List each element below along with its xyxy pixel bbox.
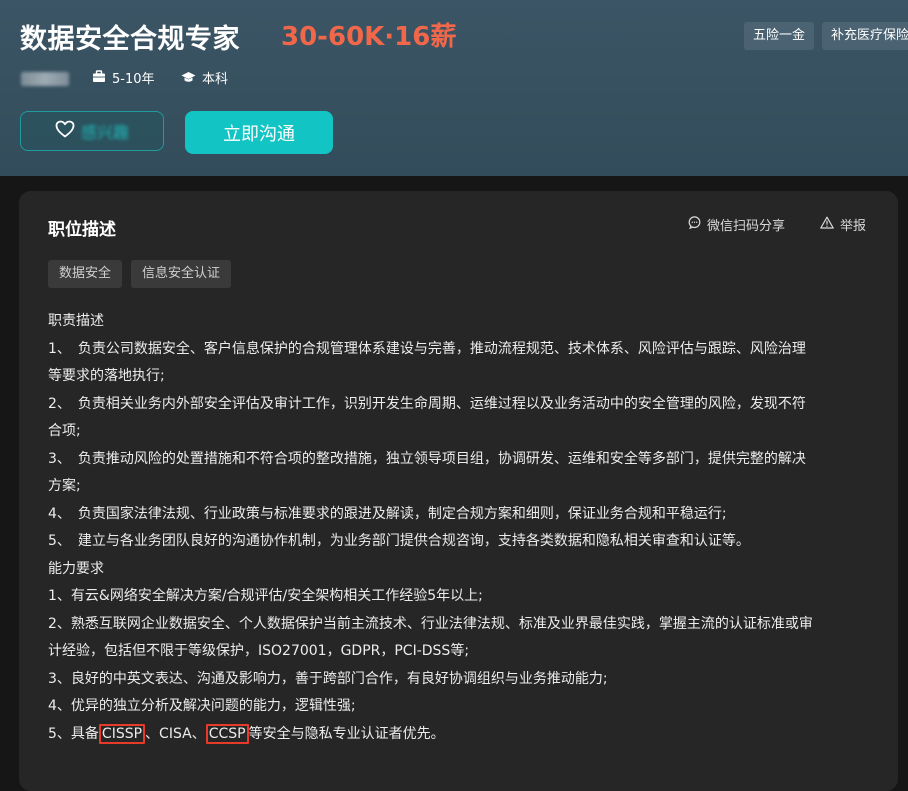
skill-tag: 数据安全: [48, 260, 123, 288]
description-line: 2、熟悉互联网企业数据安全、个人数据保护当前主流技术、行业法律法规、标准及业界最…: [48, 615, 813, 632]
description-line: 职责描述: [48, 313, 104, 329]
chat-bubble-icon: [688, 216, 701, 233]
benefit-tag: 补充医疗保险: [822, 22, 908, 50]
interested-button[interactable]: 感兴趣: [20, 111, 164, 151]
education: 本科: [181, 70, 228, 90]
briefcase-icon: [92, 70, 106, 90]
job-description-card: 职位描述 微信扫码分享 举报 数据安全 信息安全认证 职责描述 1、 负责公司数…: [19, 191, 898, 791]
interested-label: 感兴趣: [80, 123, 129, 142]
description-line: 合项;: [48, 423, 81, 439]
education-label: 本科: [202, 72, 229, 87]
description-line: 计经验，包括但不限于等级保护，ISO27001，GDPR，PCI-DSS等;: [48, 643, 470, 659]
job-description-text: 职责描述 1、 负责公司数据安全、客户信息保护的合规管理体系建设与完善，推动流程…: [48, 308, 873, 748]
line-separator: 、CISA、: [145, 725, 206, 742]
report-label: 举报: [840, 219, 867, 234]
experience-label: 5-10年: [112, 72, 155, 87]
cert-highlight-ccsp: CCSP: [205, 723, 249, 744]
description-line-last: 5、具备 CISSP 、CISA、 CCSP 等安全与隐私专业认证者优先。: [48, 721, 873, 749]
description-line: 4、优异的独立分析及解决问题的能力，逻辑性强;: [48, 698, 356, 714]
skill-tag: 信息安全认证: [131, 260, 232, 288]
description-line: 等要求的落地执行;: [48, 368, 165, 384]
share-label: 微信扫码分享: [707, 219, 786, 234]
description-line: 4、 负责国家法律法规、行业政策与标准要求的跟进及解读，制定合规方案和细则，保证…: [48, 505, 727, 522]
cert-highlight-cissp: CISSP: [98, 723, 146, 744]
line-suffix: 等安全与隐私专业认证者优先。: [248, 725, 445, 742]
skill-tags: 数据安全 信息安全认证: [48, 260, 232, 288]
job-header: 数据安全合规专家 30-60K·16薪 五险一金 补充医疗保险 5-10年 本科…: [0, 0, 908, 176]
section-title: 职位描述: [48, 220, 116, 240]
description-line: 1、 负责公司数据安全、客户信息保护的合规管理体系建设与完善，推动流程规范、技术…: [48, 340, 806, 357]
report-link[interactable]: 举报: [820, 215, 866, 234]
wechat-share-link[interactable]: 微信扫码分享: [688, 215, 785, 234]
chat-now-button[interactable]: 立即沟通: [185, 111, 333, 154]
description-line: 1、有云&网络安全解决方案/合规评估/安全架构相关工作经验5年以上;: [48, 588, 483, 604]
heart-icon: [55, 120, 75, 142]
description-line: 方案;: [48, 478, 81, 494]
description-line: 3、良好的中英文表达、沟通及影响力，善于跨部门合作，有良好协调组织与业务推动能力…: [48, 670, 608, 687]
benefit-tag: 五险一金: [744, 22, 815, 50]
description-line: 3、 负责推动风险的处置措施和不符合项的整改措施，独立领导项目组，协调研发、运维…: [48, 450, 806, 467]
warning-icon: [820, 216, 834, 233]
salary: 30-60K·16薪: [281, 22, 457, 52]
experience: 5-10年: [92, 70, 155, 90]
line-prefix: 5、具备: [48, 725, 99, 742]
graduation-cap-icon: [181, 70, 196, 90]
job-title: 数据安全合规专家: [20, 24, 240, 55]
description-line: 2、 负责相关业务内外部安全评估及审计工作，识别开发生命周期、运维过程以及业务活…: [48, 395, 806, 412]
description-line: 能力要求: [48, 560, 104, 577]
city-blurred: [21, 72, 69, 86]
description-line: 5、 建立与各业务团队良好的沟通协作机制，为业务部门提供合规咨询，支持各类数据和…: [48, 533, 750, 549]
